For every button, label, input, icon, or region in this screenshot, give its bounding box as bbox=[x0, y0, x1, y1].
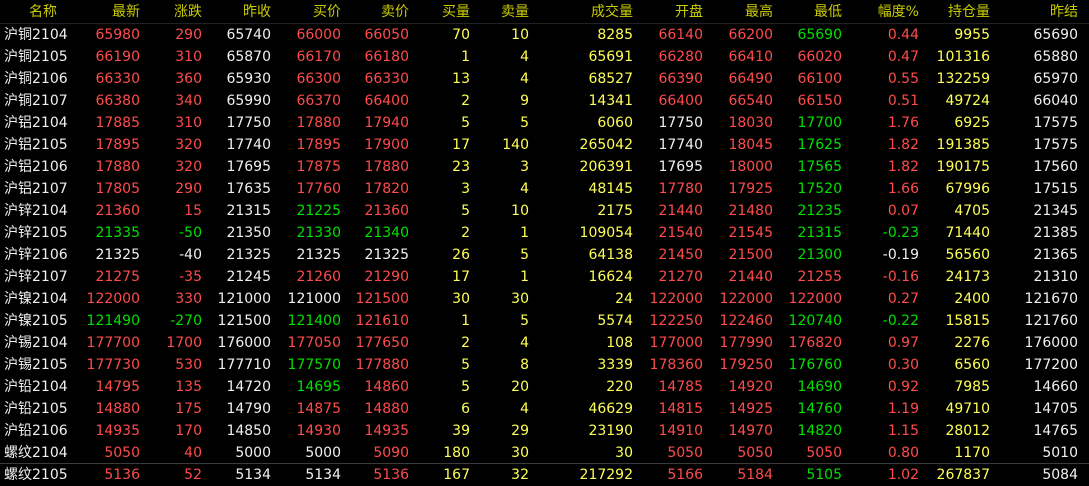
cell-prev-settle: 14765 bbox=[1033, 423, 1078, 439]
cell-prev-settle: 176000 bbox=[1024, 335, 1078, 351]
cell-ask-vol: 20 bbox=[511, 379, 529, 395]
cell-prev-settle: 5010 bbox=[1042, 445, 1078, 461]
cell-open-interest: 56560 bbox=[945, 247, 990, 263]
header-ask-vol[interactable]: 卖量 bbox=[439, 0, 529, 24]
cell-open-interest: 267837 bbox=[936, 467, 990, 483]
cell-open-interest: 101316 bbox=[936, 49, 990, 65]
cell-prev-settle: 5084 bbox=[1042, 467, 1078, 483]
header-open-interest[interactable]: 持仓量 bbox=[900, 0, 990, 24]
cell-ask-vol: 5 bbox=[520, 313, 529, 329]
cell-open-interest: 49724 bbox=[945, 93, 990, 109]
cell-open-interest: 190175 bbox=[936, 159, 990, 175]
cell-prev-settle: 66040 bbox=[1033, 93, 1078, 109]
table-row[interactable]: 螺纹2104 5050 40 5000 5000 5090 180 30 30 5050 5050 5… bbox=[0, 442, 1089, 464]
table-row[interactable]: 沪铜2104 65980 290 65740 66000 66050 70 10 8285 661… bbox=[0, 24, 1089, 46]
table-row[interactable]: 沪铅2104 14795 135 14720 14695 14860 5 20 220 14785… bbox=[0, 376, 1089, 398]
table-row[interactable]: 沪锡2105 177730 530 177710 177570 177880 5 8 3339 1… bbox=[0, 354, 1089, 376]
cell-ask-vol: 5 bbox=[520, 115, 529, 131]
cell-ask-vol: 4 bbox=[520, 49, 529, 65]
cell-ask-vol: 140 bbox=[502, 137, 529, 153]
cell-prev-settle: 17575 bbox=[1033, 115, 1078, 131]
cell-prev-settle: 121760 bbox=[1024, 313, 1078, 329]
table-row[interactable]: 螺纹2105 5136 52 5134 5134 5136 167 32 217292 5166 5… bbox=[0, 463, 1089, 486]
cell-ask-vol: 4 bbox=[520, 181, 529, 197]
cell-open-interest: 6560 bbox=[954, 357, 990, 373]
cell-prev-settle: 17515 bbox=[1033, 181, 1078, 197]
table-row[interactable]: 沪铜2107 66380 340 65990 66370 66400 2 9 14341 6640… bbox=[0, 90, 1089, 112]
cell-ask-vol: 4 bbox=[520, 71, 529, 87]
cell-ask-vol: 1 bbox=[520, 269, 529, 285]
table-row[interactable]: 沪铝2104 17885 310 17750 17880 17940 5 5 6060 17750… bbox=[0, 112, 1089, 134]
cell-open-interest: 9955 bbox=[954, 27, 990, 43]
cell-prev-settle: 21385 bbox=[1033, 225, 1078, 241]
cell-ask-vol: 32 bbox=[511, 467, 529, 483]
cell-prev-settle: 65880 bbox=[1033, 49, 1078, 65]
cell-prev-settle: 21365 bbox=[1033, 247, 1078, 263]
cell-open-interest: 49710 bbox=[945, 401, 990, 417]
table-row[interactable]: 沪铝2106 17880 320 17695 17875 17880 23 3 206391 17… bbox=[0, 156, 1089, 178]
cell-ask-vol: 30 bbox=[511, 291, 529, 307]
cell-open-interest: 24173 bbox=[945, 269, 990, 285]
cell-ask-vol: 3 bbox=[520, 159, 529, 175]
cell-ask-vol: 4 bbox=[520, 401, 529, 417]
table-row[interactable]: 沪锡2104 177700 1700 176000 177050 177650 2 4 108 1… bbox=[0, 332, 1089, 354]
table-row[interactable]: 沪锌2104 21360 15 21315 21225 21360 5 10 2175 21440… bbox=[0, 200, 1089, 222]
cell-prev-settle: 65690 bbox=[1033, 27, 1078, 43]
table-row[interactable]: 沪铜2105 66190 310 65870 66170 66180 1 4 65691 6628… bbox=[0, 46, 1089, 68]
cell-prev-settle: 65970 bbox=[1033, 71, 1078, 87]
cell-open-interest: 28012 bbox=[945, 423, 990, 439]
cell-open-interest: 71440 bbox=[945, 225, 990, 241]
futures-quote-table: 名称 最新 涨跌 昨收 买价 卖价 买量 卖量 成交量 开盘 最高 最低 幅度% 持仓量 昨结 沪铜2104… bbox=[0, 0, 1089, 486]
cell-open-interest: 6925 bbox=[954, 115, 990, 131]
table-row[interactable]: 沪镍2104 122000 330 121000 121000 121500 30 30 24 1… bbox=[0, 288, 1089, 310]
cell-open-interest: 2400 bbox=[954, 291, 990, 307]
cell-ask-vol: 9 bbox=[520, 93, 529, 109]
cell-open-interest: 132259 bbox=[936, 71, 990, 87]
cell-open-interest: 2276 bbox=[954, 335, 990, 351]
table-row[interactable]: 沪锌2105 21335 -50 21350 21330 21340 2 1 109054 215… bbox=[0, 222, 1089, 244]
cell-open-interest: 7985 bbox=[954, 379, 990, 395]
cell-prev-settle: 21345 bbox=[1033, 203, 1078, 219]
table-row[interactable]: 沪铅2105 14880 175 14790 14875 14880 6 4 46629 1481… bbox=[0, 398, 1089, 420]
cell-ask-vol: 10 bbox=[511, 203, 529, 219]
cell-open-interest: 4705 bbox=[954, 203, 990, 219]
cell-prev-settle: 14660 bbox=[1033, 379, 1078, 395]
cell-prev-settle: 14705 bbox=[1033, 401, 1078, 417]
table-header-row: 名称 最新 涨跌 昨收 买价 卖价 买量 卖量 成交量 开盘 最高 最低 幅度% 持仓量 昨结 bbox=[0, 0, 1089, 24]
cell-ask-vol: 1 bbox=[520, 225, 529, 241]
cell-open-interest: 67996 bbox=[945, 181, 990, 197]
cell-ask-vol: 30 bbox=[511, 445, 529, 461]
cell-ask-vol: 4 bbox=[520, 335, 529, 351]
table-row[interactable]: 沪镍2105 121490 -270 121500 121400 121610 1 5 5574… bbox=[0, 310, 1089, 332]
cell-open-interest: 1170 bbox=[954, 445, 990, 461]
table-row[interactable]: 沪铜2106 66330 360 65930 66300 66330 13 4 68527 663… bbox=[0, 68, 1089, 90]
table-row[interactable]: 沪铅2106 14935 170 14850 14930 14935 39 29 23190 14… bbox=[0, 420, 1089, 442]
cell-open-interest: 191385 bbox=[936, 137, 990, 153]
cell-prev-settle: 21310 bbox=[1033, 269, 1078, 285]
cell-prev-settle: 17575 bbox=[1033, 137, 1078, 153]
cell-prev-settle: 121670 bbox=[1024, 291, 1078, 307]
table-row[interactable]: 沪铝2105 17895 320 17740 17895 17900 17 140 265042… bbox=[0, 134, 1089, 156]
table-row[interactable]: 沪锌2106 21325 -40 21325 21325 21325 26 5 64138 214… bbox=[0, 244, 1089, 266]
table-row[interactable]: 沪铝2107 17805 290 17635 17760 17820 3 4 48145 1778… bbox=[0, 178, 1089, 200]
header-prev-settle[interactable]: 昨结 bbox=[988, 0, 1078, 24]
table-row[interactable]: 沪锌2107 21275 -35 21245 21260 21290 17 1 16624 212… bbox=[0, 266, 1089, 288]
cell-ask-vol: 29 bbox=[511, 423, 529, 439]
cell-prev-settle: 177200 bbox=[1024, 357, 1078, 373]
cell-ask-vol: 10 bbox=[511, 27, 529, 43]
cell-ask-vol: 8 bbox=[520, 357, 529, 373]
cell-prev-settle: 17560 bbox=[1033, 159, 1078, 175]
cell-ask-vol: 5 bbox=[520, 247, 529, 263]
cell-open-interest: 15815 bbox=[945, 313, 990, 329]
